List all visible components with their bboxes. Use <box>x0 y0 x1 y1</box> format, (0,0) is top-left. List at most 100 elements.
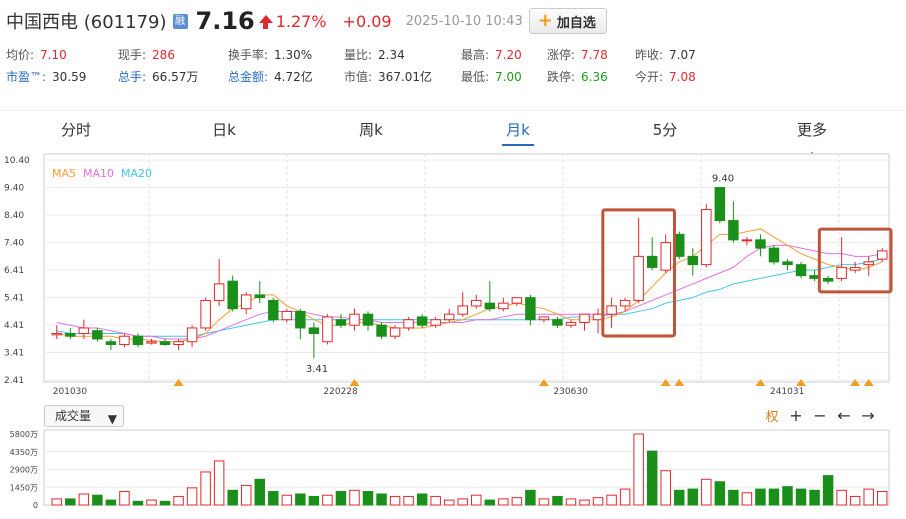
stat-label: 现手: <box>118 48 147 62</box>
volume-bar <box>119 491 130 506</box>
volume-bar <box>443 499 455 506</box>
tab-2[interactable]: 周k <box>355 118 387 148</box>
volume-bar <box>376 493 387 506</box>
volume-bar <box>471 494 482 506</box>
volume-bar <box>849 495 861 506</box>
y-tick-label: 2.41 <box>4 376 24 386</box>
change-percent: 1.27% <box>275 11 327 31</box>
x-tick-label: 220228 <box>323 387 358 395</box>
candle-body <box>538 316 550 321</box>
candle-body <box>227 280 238 310</box>
tab-1[interactable]: 日k <box>208 118 240 148</box>
tab-3[interactable]: 月k <box>502 118 534 148</box>
stat-item: 总金额: 4.72亿 <box>228 68 313 85</box>
candle-body <box>606 305 617 315</box>
candle-body <box>268 299 279 321</box>
plus-icon: + <box>537 10 553 31</box>
stat-label: 昨收: <box>635 48 664 62</box>
volume-bar <box>227 489 238 506</box>
volume-bar <box>281 494 293 506</box>
stat-item: 均价: 7.10 <box>6 46 67 63</box>
candle-body <box>403 319 414 329</box>
rights-toggle-button[interactable]: 权 <box>760 406 784 425</box>
zoom-in-icon[interactable]: + <box>784 406 808 425</box>
volume-bar <box>403 495 414 506</box>
volume-bar <box>430 495 441 506</box>
volume-tick-label: 1450万 <box>10 483 38 492</box>
candle-body <box>457 305 468 315</box>
y-tick-label: 9.40 <box>4 184 24 194</box>
y-tick-label: 10.40 <box>4 156 30 166</box>
volume-bar <box>254 478 265 506</box>
volume-bar <box>755 488 766 506</box>
volume-bar <box>186 487 198 506</box>
stat-value: 7.78 <box>581 48 608 62</box>
candle-body <box>322 316 333 343</box>
candle-body <box>714 187 726 222</box>
volume-chart[interactable]: 5800万 4350万 2900万 1450万 0 <box>0 428 906 510</box>
tab-0[interactable]: 分时 <box>60 118 92 148</box>
arrow-left-icon[interactable]: ← <box>832 406 856 425</box>
volume-bar <box>741 492 753 506</box>
kline-chart[interactable]: 10.40 9.40 8.40 7.40 6.41 5.41 4.41 3.41 2.41 MA5… <box>0 150 906 395</box>
candle-body <box>633 255 644 301</box>
candle-body <box>484 302 496 310</box>
high-annotation: 9.40 <box>712 174 734 185</box>
volume-bar <box>416 493 428 506</box>
zoom-out-icon[interactable]: − <box>808 406 832 425</box>
stat-label: 今开: <box>635 70 664 84</box>
candle-body <box>254 294 265 299</box>
volume-bar <box>660 470 671 506</box>
stat-value: 30.59 <box>52 70 87 84</box>
quote-header: 中国西电 (601179) 融 7.16 1.27% +0.09 2025-10… <box>0 0 906 100</box>
candle-body <box>579 313 590 323</box>
stat-value: 7.07 <box>669 48 696 62</box>
candle-body <box>646 255 658 268</box>
volume-bar <box>674 489 685 506</box>
tab-label: 月k <box>506 121 530 139</box>
candle-body <box>186 327 198 343</box>
stat-value: 7.00 <box>495 70 522 84</box>
candle-body <box>741 239 753 242</box>
tab-5[interactable]: 更多 ⋮ <box>790 118 834 165</box>
candle-body <box>416 316 428 326</box>
tab-4[interactable]: 5分 <box>649 118 681 148</box>
stat-value: 7.20 <box>495 48 522 62</box>
candle-body <box>525 297 536 321</box>
candle-body <box>335 319 347 326</box>
tab-label: 5分 <box>652 121 678 139</box>
stat-value: 66.57万 <box>152 70 199 84</box>
candle-body <box>498 302 509 310</box>
change-amount: +0.09 <box>342 11 392 31</box>
period-tabs: 分时 日k 周k 月k 5分 更多 ⋮ <box>0 118 906 165</box>
stat-label: 总金额: <box>228 70 269 84</box>
candle-body <box>146 341 157 344</box>
volume-bar <box>565 498 577 506</box>
candle-body <box>836 266 847 279</box>
tab-label: 分时 <box>60 121 91 139</box>
candle-body <box>552 319 563 326</box>
candle-body <box>443 313 455 321</box>
volume-bar <box>389 495 401 506</box>
volume-bar <box>173 495 184 506</box>
add-watchlist-button[interactable]: + 加自选 <box>528 8 607 34</box>
stat-value: 367.01亿 <box>378 70 433 84</box>
up-arrow-icon <box>258 15 273 29</box>
volume-bar <box>213 460 225 506</box>
volume-bar <box>701 478 712 506</box>
candle-body <box>782 261 793 266</box>
candle-body <box>728 220 739 241</box>
current-price: 7.16 <box>195 7 255 35</box>
stat-item: 量比: 2.34 <box>344 46 405 63</box>
stat-item: 市盈™: 30.59 <box>6 68 86 85</box>
volume-bar <box>200 471 211 506</box>
volume-tick-label: 2900万 <box>10 466 38 475</box>
stat-label: 市值: <box>344 70 373 84</box>
indicator-select[interactable]: 成交量 ▼ <box>44 405 124 427</box>
stat-value: 1.30% <box>274 48 313 62</box>
candle-body <box>132 335 144 345</box>
volume-bar <box>322 494 333 506</box>
arrow-right-icon[interactable]: → <box>856 406 880 425</box>
volume-bar <box>498 498 509 506</box>
stat-item: 最高: 7.20 <box>461 46 522 63</box>
